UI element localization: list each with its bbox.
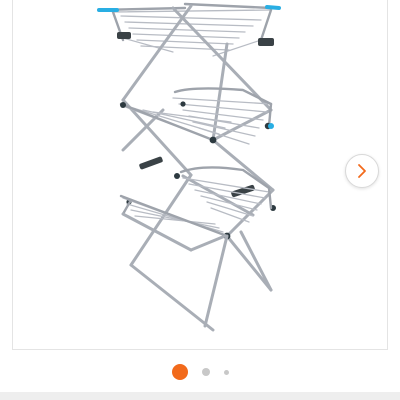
pagination-dot[interactable] bbox=[201, 368, 210, 376]
section-divider bbox=[0, 392, 400, 400]
gallery-pagination bbox=[0, 358, 400, 386]
next-image-button[interactable] bbox=[345, 154, 379, 188]
chevron-right-icon bbox=[358, 164, 366, 178]
product-gallery-page bbox=[0, 0, 400, 400]
clothes-airer-image bbox=[97, 2, 281, 332]
image-gallery bbox=[12, 0, 388, 350]
pagination-dot-active[interactable] bbox=[171, 364, 188, 380]
pagination-dot[interactable] bbox=[223, 369, 229, 375]
